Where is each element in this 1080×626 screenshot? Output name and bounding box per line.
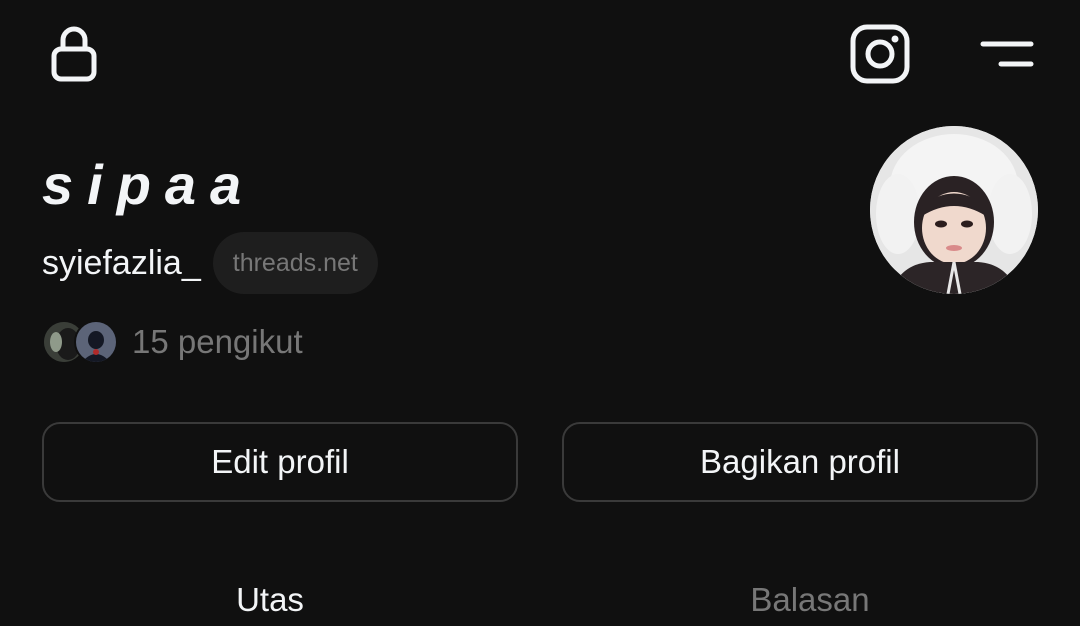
username: syiefazlia_ [42, 244, 201, 282]
followers-count: 15 pengikut [132, 323, 303, 360]
followers-row[interactable]: 15 pengikut [42, 318, 303, 366]
handle-row: syiefazlia_ threads.net [42, 232, 378, 294]
avatar-image [870, 126, 1038, 294]
avatar[interactable] [870, 126, 1038, 294]
profile-screen: sipaa syiefazlia_ threads.net 15 pengiku… [0, 0, 1080, 626]
lock-icon[interactable] [42, 20, 106, 86]
share-profile-button[interactable]: Bagikan profil [562, 422, 1038, 502]
tab-replies[interactable]: Balasan [540, 572, 1080, 626]
follower-avatars [42, 320, 118, 364]
instagram-icon[interactable] [846, 20, 914, 88]
menu-icon[interactable] [972, 30, 1042, 78]
edit-profile-button[interactable]: Edit profil [42, 422, 518, 502]
follower-avatar [74, 320, 118, 364]
display-name: sipaa [42, 153, 256, 216]
tab-threads[interactable]: Utas [0, 572, 540, 626]
domain-badge[interactable]: threads.net [212, 232, 378, 294]
